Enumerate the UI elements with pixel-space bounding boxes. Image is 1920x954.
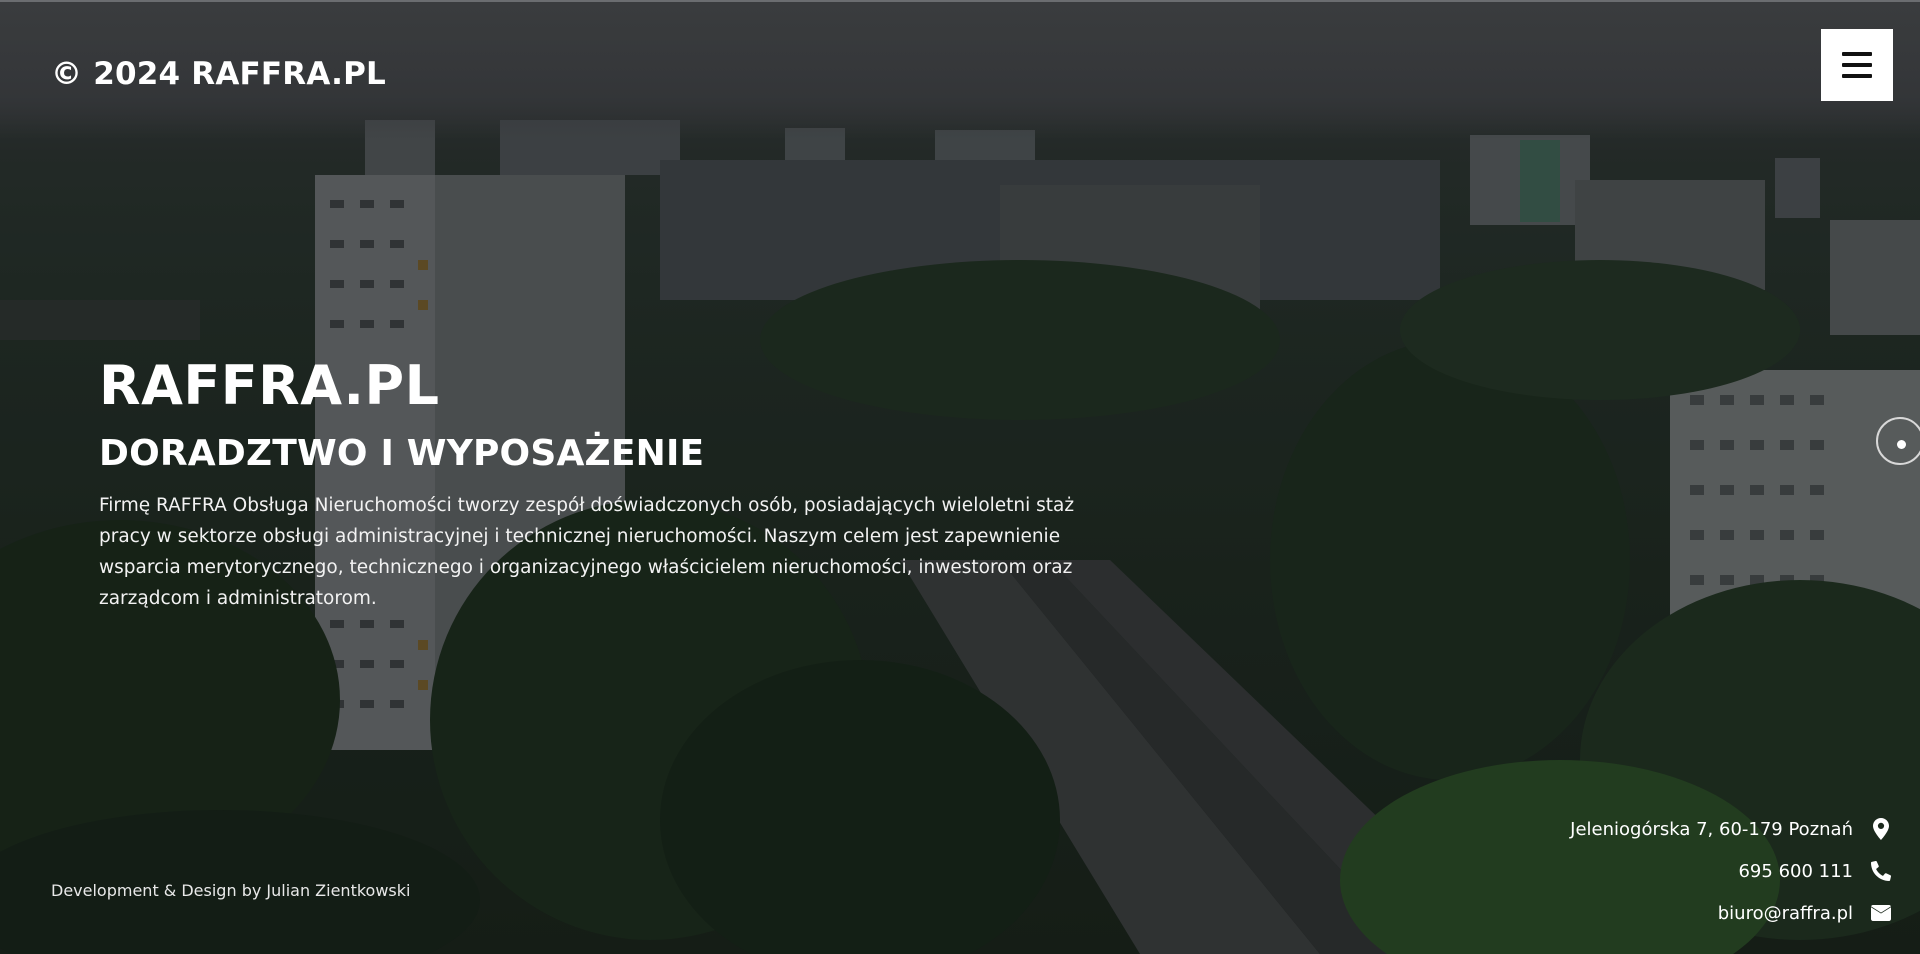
hero-section: © 2024 RAFFRA.PL RAFFRA.PL DORADZTWO I W… (0, 0, 1920, 954)
header-copyright: © 2024 RAFFRA.PL (51, 56, 386, 92)
email-link[interactable]: biuro@raffra.pl (1718, 892, 1893, 934)
hero-subtitle: DORADZTWO I WYPOSAŻENIE (99, 433, 705, 474)
menu-button[interactable] (1821, 29, 1893, 101)
email-text: biuro@raffra.pl (1717, 902, 1853, 924)
map-marker-icon (1869, 818, 1893, 840)
phone-text: 695 600 111 (1738, 860, 1853, 882)
contact-info: Jeleniogórska 7, 60-179 Poznań 695 600 1… (1570, 808, 1893, 934)
hero-title: RAFFRA.PL (99, 354, 440, 417)
top-border (0, 0, 1920, 2)
hero-description: Firmę RAFFRA Obsługa Nieruchomości tworz… (99, 495, 1075, 609)
phone-icon (1869, 861, 1893, 881)
hamburger-menu-icon (1842, 52, 1872, 78)
phone-link[interactable]: 695 600 111 (1738, 850, 1893, 892)
envelope-icon (1869, 905, 1893, 921)
scroll-indicator[interactable] (1876, 417, 1920, 465)
address-link[interactable]: Jeleniogórska 7, 60-179 Poznań (1570, 808, 1893, 850)
scroll-indicator-dot (1897, 440, 1906, 449)
developer-credit-link[interactable]: Development & Design by Julian Zientkows… (51, 881, 410, 900)
address-text: Jeleniogórska 7, 60-179 Poznań (1570, 818, 1853, 840)
